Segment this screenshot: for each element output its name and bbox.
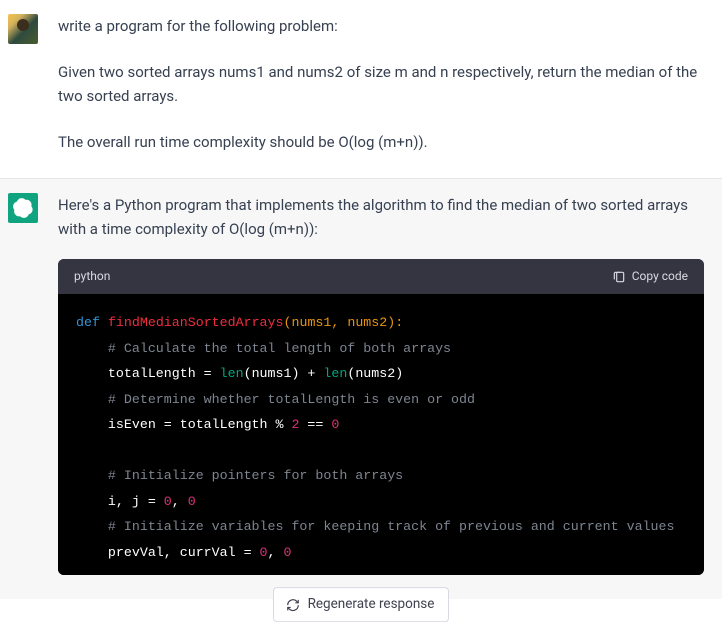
user-message-body: write a program for the following proble…	[58, 14, 714, 154]
code-content[interactable]: def findMedianSortedArrays(nums1, nums2)…	[58, 294, 704, 575]
assistant-message-body: Here's a Python program that implements …	[58, 193, 714, 575]
assistant-message: Here's a Python program that implements …	[0, 179, 722, 599]
copy-code-label: Copy code	[632, 267, 688, 286]
assistant-intro-text: Here's a Python program that implements …	[58, 193, 704, 241]
regenerate-response-button[interactable]: Regenerate response	[273, 587, 450, 622]
code-block: python Copy code def findMedianSortedArr…	[58, 259, 704, 575]
code-header: python Copy code	[58, 259, 704, 294]
copy-code-button[interactable]: Copy code	[612, 267, 688, 286]
refresh-icon	[286, 598, 300, 612]
user-avatar	[8, 14, 38, 44]
regenerate-label: Regenerate response	[308, 594, 435, 616]
openai-logo-icon	[13, 198, 33, 218]
user-text-line: Given two sorted arrays nums1 and nums2 …	[58, 60, 704, 108]
user-text-line: write a program for the following proble…	[58, 14, 704, 38]
user-message: write a program for the following proble…	[0, 0, 722, 179]
user-text-line: The overall run time complexity should b…	[58, 130, 704, 154]
code-language-label: python	[74, 267, 110, 286]
clipboard-icon	[612, 270, 626, 284]
assistant-avatar	[8, 193, 38, 223]
